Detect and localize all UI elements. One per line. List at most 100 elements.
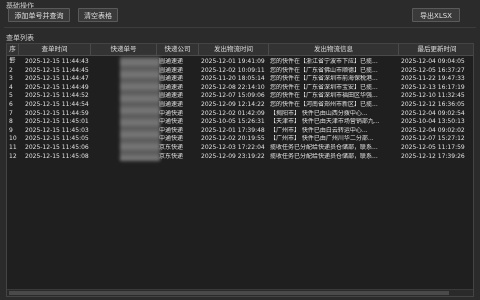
export-xlsx-button[interactable]: 导出XLSX bbox=[412, 8, 460, 22]
cell-info: 【广州市】 快件已由广州川华二分部... bbox=[270, 135, 374, 143]
cell-no: 6 bbox=[9, 101, 13, 108]
query-table[interactable]: 序号 查单时间 快递单号 快递公司 发出物流时间 发出物流信息 最后更新时间 1… bbox=[6, 43, 474, 297]
cell-no: 5 bbox=[9, 92, 13, 100]
table-row[interactable]: 11 2025-12-15 11:45:06 京东快递 2025-12-03 17:2… bbox=[7, 144, 473, 152]
cell-query-time: 2025-12-15 11:44:49 bbox=[25, 83, 89, 91]
scrollbar-thumb[interactable] bbox=[9, 291, 449, 295]
cell-info: 您的快件在【广东省深圳市前海保税港... bbox=[270, 75, 378, 83]
cell-last-update: 2025-12-12 16:36:05 bbox=[401, 101, 465, 108]
col-header-index[interactable]: 序号 bbox=[7, 44, 19, 64]
cell-info: 您的快件在【河南省郑州市新区】已揽... bbox=[270, 101, 378, 108]
cell-last-update: 2025-12-10 11:32:45 bbox=[401, 92, 465, 100]
cell-company: 圆通速递 bbox=[159, 58, 184, 65]
cell-info: 揽收任务已分配给快递员仓储部，联系... bbox=[270, 152, 378, 160]
add-and-query-button[interactable]: 添加单号并查询 bbox=[8, 8, 70, 22]
cell-query-time: 2025-12-15 11:44:45 bbox=[25, 66, 89, 74]
cell-no: 9 bbox=[9, 126, 13, 134]
table-header: 序号 查单时间 快递单号 快递公司 发出物流时间 发出物流信息 最后更新时间 bbox=[7, 44, 473, 64]
cell-company: 圆通速递 bbox=[159, 83, 184, 91]
cell-info: 您的快件在【广东省佛山市顺德】已揽... bbox=[270, 66, 378, 74]
cell-query-time: 2025-12-15 11:44:47 bbox=[25, 75, 89, 83]
col-header-tracking-number[interactable]: 快递单号 bbox=[91, 44, 157, 55]
cell-last-update: 2025-11-22 19:47:33 bbox=[401, 75, 465, 83]
col-header-last-update[interactable]: 最后更新时间 bbox=[399, 44, 473, 55]
cell-info: 【广州市】 快件已由白云转运中心... bbox=[270, 126, 368, 134]
cell-query-time: 2025-12-15 11:45:03 bbox=[25, 126, 89, 134]
cell-info: 【揭阳市】 快件已由山西分拨中心... bbox=[270, 109, 368, 117]
cell-no: 12 bbox=[9, 152, 17, 160]
cell-no: 10 bbox=[9, 135, 17, 143]
cell-query-time: 2025-12-15 11:44:59 bbox=[25, 109, 89, 117]
section-label-query-list: 查单列表 bbox=[6, 34, 34, 42]
cell-query-time: 2025-12-15 11:44:54 bbox=[25, 101, 89, 108]
cell-send-time: 2025-10-05 15:26:31 bbox=[201, 118, 265, 126]
horizontal-scrollbar[interactable] bbox=[7, 289, 473, 296]
cell-company: 中通快递 bbox=[159, 109, 184, 117]
cell-info: 【天津市】 快件已由天津市场营销部九... bbox=[270, 118, 380, 126]
cell-company: 圆通速递 bbox=[159, 92, 184, 100]
cell-no: 8 bbox=[9, 118, 13, 126]
cell-info: 您的快件在【广东省深圳市福田区华强... bbox=[270, 92, 378, 100]
table-row[interactable]: 6 2025-12-15 11:44:54 圆通速递 2025-12-09 12:14… bbox=[7, 101, 473, 109]
cell-company: 圆通速递 bbox=[159, 75, 184, 83]
cell-company: 圆通速递 bbox=[159, 66, 184, 74]
cell-send-time: 2025-12-02 10:09:11 bbox=[201, 66, 265, 74]
cell-last-update: 2025-12-05 16:37:27 bbox=[401, 66, 465, 74]
cell-company: 圆通速递 bbox=[159, 101, 184, 108]
cell-info: 您的快件在【浙江省宁波市下应】已揽... bbox=[270, 58, 378, 65]
cell-send-time: 2025-11-20 18:05:14 bbox=[201, 75, 265, 83]
cell-no: 11 bbox=[9, 144, 17, 151]
table-row[interactable]: 7 2025-12-15 11:44:59 中通快递 2025-12-02 01:42… bbox=[7, 110, 473, 118]
cell-no: 1 bbox=[9, 58, 13, 65]
cell-last-update: 2025-12-04 09:02:02 bbox=[401, 126, 465, 134]
cell-query-time: 2025-12-15 11:44:43 bbox=[25, 58, 89, 65]
cell-no: 2 bbox=[9, 66, 13, 74]
cell-no: 4 bbox=[9, 83, 13, 91]
cell-no: 3 bbox=[9, 75, 13, 83]
cell-info: 您的快件在【广东省深圳市宝安】已揽... bbox=[270, 83, 378, 91]
cell-last-update: 2025-10-04 13:50:13 bbox=[401, 118, 465, 126]
table-row[interactable]: 5 2025-12-15 11:44:52 圆通速递 2025-12-07 15:09… bbox=[7, 92, 473, 100]
table-row[interactable]: 8 2025-12-15 11:45:01 中通快递 2025-10-05 15:26… bbox=[7, 118, 473, 126]
cell-query-time: 2025-12-15 11:44:52 bbox=[25, 92, 89, 100]
cell-query-time: 2025-12-15 11:45:08 bbox=[25, 152, 89, 160]
cell-send-time: 2025-12-09 12:14:22 bbox=[201, 101, 265, 108]
col-header-courier[interactable]: 快递公司 bbox=[157, 44, 199, 55]
divider bbox=[4, 27, 476, 28]
table-row[interactable]: 4 2025-12-15 11:44:49 圆通速递 2025-12-08 22:14… bbox=[7, 84, 473, 92]
cell-last-update: 2025-12-05 11:17:59 bbox=[401, 144, 465, 151]
cell-send-time: 2025-12-09 23:19:22 bbox=[201, 152, 265, 160]
cell-query-time: 2025-12-15 11:45:01 bbox=[25, 118, 89, 126]
cell-info: 揽收任务已分配给快递员仓储部，联系... bbox=[270, 144, 378, 151]
table-row[interactable]: 2 2025-12-15 11:44:45 圆通速递 2025-12-02 10:09… bbox=[7, 67, 473, 75]
cell-send-time: 2025-12-01 17:39:48 bbox=[201, 126, 265, 134]
cell-company: 中通快递 bbox=[159, 135, 184, 143]
cell-send-time: 2025-12-01 19:41:09 bbox=[201, 58, 265, 65]
cell-last-update: 2025-12-07 15:27:12 bbox=[401, 135, 465, 143]
cell-send-time: 2025-12-02 20:19:55 bbox=[201, 135, 265, 143]
cell-query-time: 2025-12-15 11:45:05 bbox=[25, 135, 89, 143]
clear-table-button[interactable]: 清空表格 bbox=[78, 8, 118, 22]
cell-last-update: 2025-12-04 09:02:54 bbox=[401, 109, 465, 117]
table-row[interactable]: 12 2025-12-15 11:45:08 京东快递 2025-12-09 23:1… bbox=[7, 153, 473, 161]
table-row[interactable]: 10 2025-12-15 11:45:05 中通快递 2025-12-02 20:1… bbox=[7, 135, 473, 143]
cell-send-time: 2025-12-03 17:22:04 bbox=[201, 144, 265, 151]
col-header-send-time[interactable]: 发出物流时间 bbox=[199, 44, 269, 55]
cell-send-time: 2025-12-02 01:42:09 bbox=[201, 109, 265, 117]
cell-send-time: 2025-12-08 22:14:10 bbox=[201, 83, 265, 91]
cell-company: 京东快递 bbox=[159, 152, 184, 160]
cell-send-time: 2025-12-07 15:09:06 bbox=[201, 92, 265, 100]
cell-company: 京东快递 bbox=[159, 144, 184, 151]
cell-no: 7 bbox=[9, 109, 13, 117]
cell-company: 中通快递 bbox=[159, 126, 184, 134]
table-row[interactable]: 1 2025-12-15 11:44:43 圆通速递 2025-12-01 19:41… bbox=[7, 58, 473, 66]
table-row[interactable]: 3 2025-12-15 11:44:47 圆通速递 2025-11-20 18:05… bbox=[7, 75, 473, 83]
redacted-tracking-numbers bbox=[120, 57, 160, 161]
cell-last-update: 2025-12-12 17:39:26 bbox=[401, 152, 465, 160]
cell-company: 中通快递 bbox=[159, 118, 184, 126]
table-row[interactable]: 9 2025-12-15 11:45:03 中通快递 2025-12-01 17:39… bbox=[7, 127, 473, 135]
col-header-query-time[interactable]: 查单时间 bbox=[19, 44, 91, 55]
cell-query-time: 2025-12-15 11:45:06 bbox=[25, 144, 89, 151]
col-header-send-info[interactable]: 发出物流信息 bbox=[269, 44, 399, 55]
cell-last-update: 2025-12-04 09:04:05 bbox=[401, 58, 465, 65]
